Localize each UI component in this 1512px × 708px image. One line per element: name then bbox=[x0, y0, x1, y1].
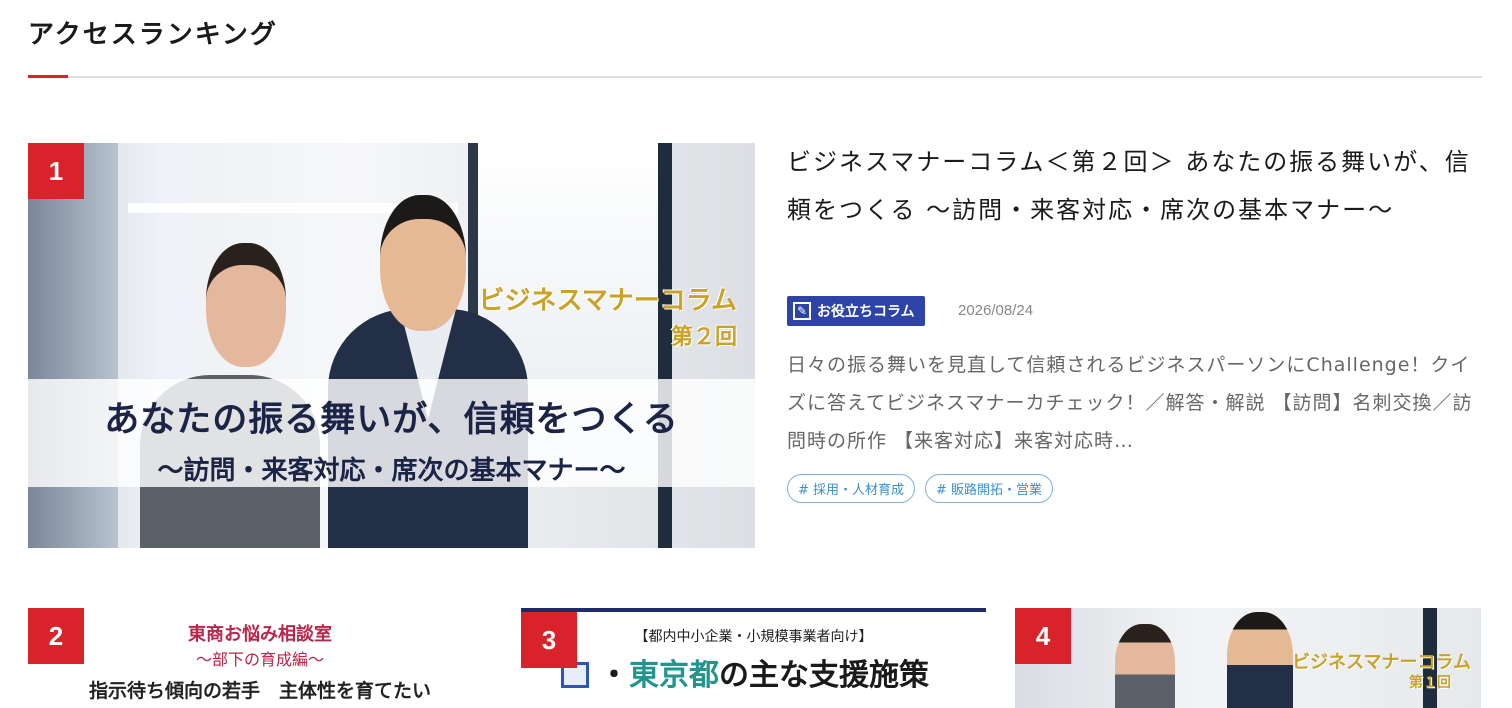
card4-photo-woman bbox=[1115, 624, 1175, 708]
tag-list: # 採用・人材育成 # 販路開拓・営業 bbox=[787, 474, 1054, 503]
card2-heading: 東商お悩み相談室 bbox=[188, 624, 332, 645]
edit-icon: ✎ bbox=[793, 302, 811, 320]
publish-date: 2026/08/24 bbox=[958, 302, 1034, 319]
featured-article-title[interactable]: ビジネスマナーコラム＜第２回＞ あなたの振る舞いが、信頼をつくる ～訪問・来客対… bbox=[787, 138, 1477, 234]
card3-heading: 【都内中小企業・小規模事業者向け】 bbox=[634, 629, 873, 645]
thumbnail-wall bbox=[28, 143, 118, 548]
featured-article-excerpt: 日々の振る舞いを見直して信頼されるビジネスパーソンにChallenge！クイズに… bbox=[787, 354, 1473, 452]
card3-title-post: の主な支援施策 bbox=[719, 658, 929, 693]
category-badge[interactable]: ✎ お役立ちコラム bbox=[787, 296, 925, 326]
ranking-card-3[interactable]: 3 【都内中小企業・小規模事業者向け】 ・東京都の主な支援施策 bbox=[521, 608, 986, 708]
card4-series-name: ビジネスマナーコラム bbox=[1292, 652, 1471, 673]
ranking-card-4[interactable]: 4 ビジネスマナーコラム 第１回 bbox=[1015, 608, 1481, 708]
card2-subheading: ～部下の育成編～ bbox=[195, 650, 324, 669]
title-accent-bar bbox=[28, 75, 68, 78]
photo-man-head bbox=[380, 195, 466, 331]
category-label: お役立ちコラム bbox=[817, 304, 915, 320]
section-title: アクセスランキング bbox=[28, 20, 278, 50]
tag-sales[interactable]: # 販路開拓・営業 bbox=[925, 474, 1054, 503]
thumbnail-subheadline: ～訪問・来客対応・席次の基本マナー～ bbox=[157, 456, 626, 486]
rank-badge-2: 2 bbox=[28, 608, 84, 664]
card2-title: 指示待ち傾向の若手 主体性を育てたい bbox=[88, 680, 431, 702]
title-divider bbox=[28, 76, 1482, 78]
card4-photo-man bbox=[1227, 612, 1293, 708]
thumbnail-text-band: あなたの振る舞いが、信頼をつくる ～訪問・来客対応・席次の基本マナー～ bbox=[28, 379, 755, 487]
rank-badge-1: 1 bbox=[28, 143, 84, 199]
featured-thumbnail[interactable]: ビジネスマナーコラム 第２回 あなたの振る舞いが、信頼をつくる ～訪問・来客対応… bbox=[28, 143, 755, 548]
photo-woman-head bbox=[206, 243, 286, 367]
thumbnail-series-label: ビジネスマナーコラム 第２回 bbox=[479, 283, 737, 355]
card3-title-pre: ・ bbox=[599, 658, 629, 693]
tag-recruitment[interactable]: # 採用・人材育成 bbox=[787, 474, 916, 503]
card3-title-accent: 東京都 bbox=[629, 658, 719, 693]
thumbnail-series-number: 第２回 bbox=[670, 324, 737, 350]
card4-series-number: 第１回 bbox=[1409, 675, 1451, 691]
thumbnail-series-name: ビジネスマナーコラム bbox=[478, 286, 737, 316]
ranking-card-2[interactable]: 2 東商お悩み相談室 ～部下の育成編～ 指示待ち傾向の若手 主体性を育てたい bbox=[28, 608, 492, 708]
thumbnail-headline: あなたの振る舞いが、信頼をつくる bbox=[104, 400, 679, 440]
rank-badge-4: 4 bbox=[1015, 608, 1071, 664]
card3-title: ・東京都の主な支援施策 bbox=[561, 650, 929, 694]
rank-badge-3: 3 bbox=[521, 612, 577, 668]
